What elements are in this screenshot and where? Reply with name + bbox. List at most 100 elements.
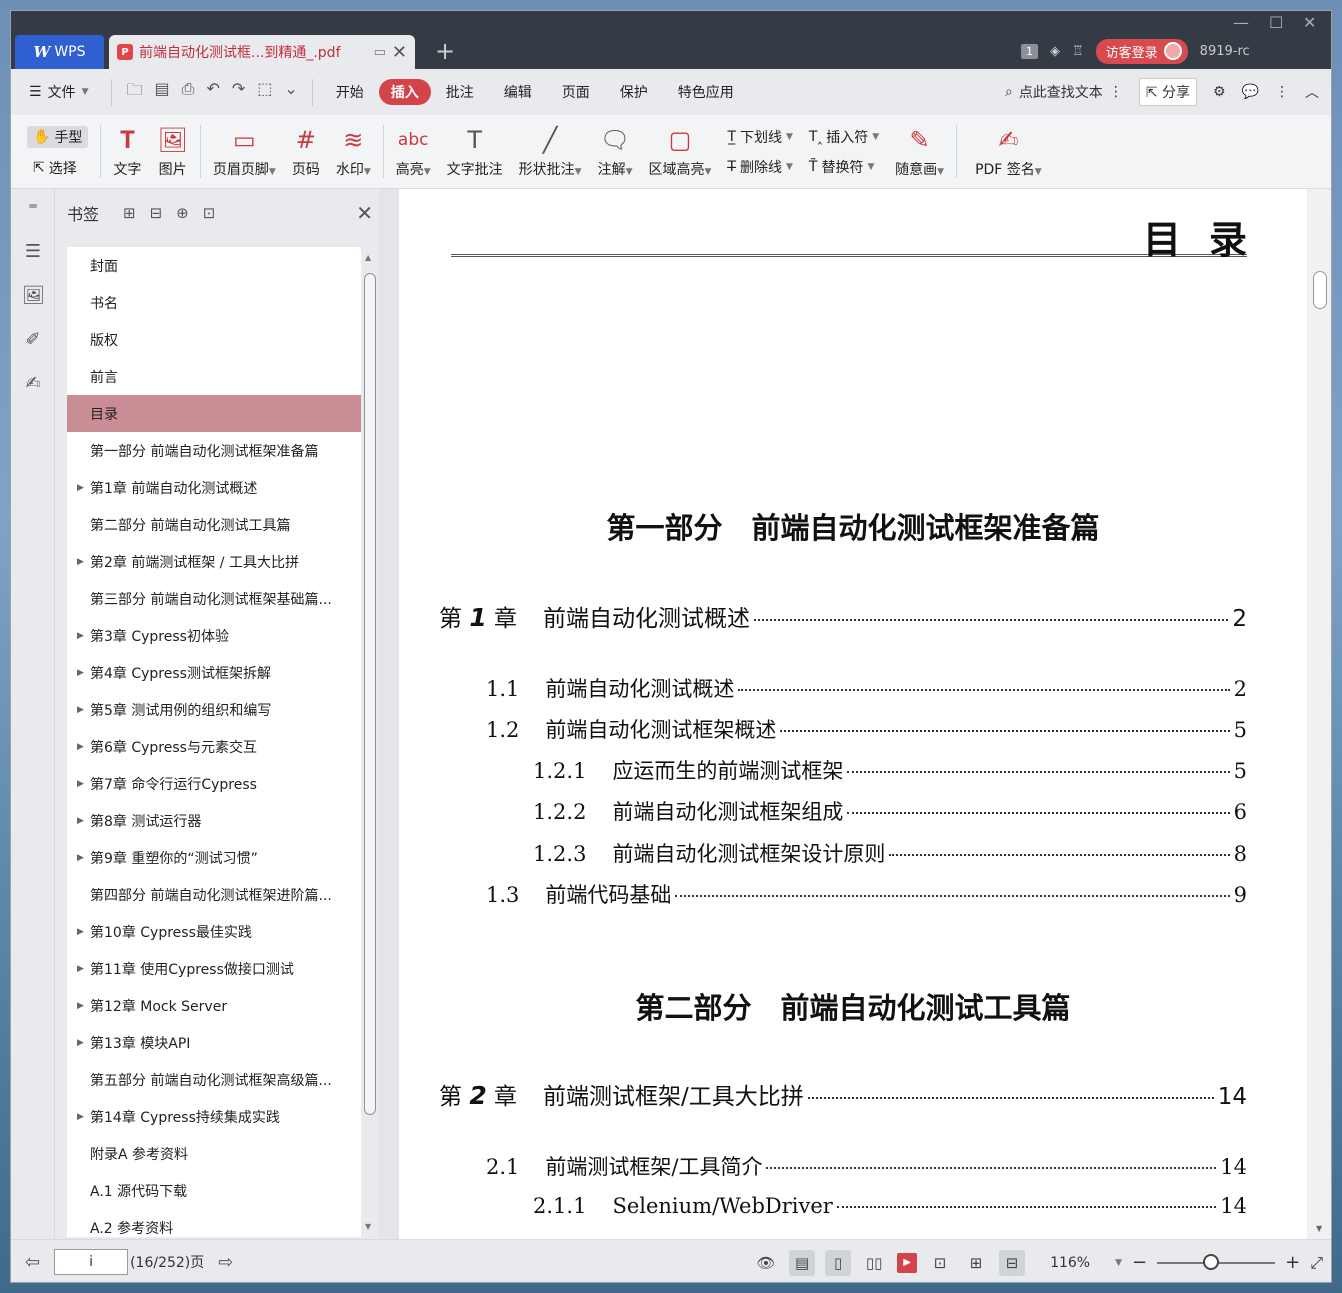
text-comment-button[interactable]: T 文字批注 xyxy=(439,115,511,188)
play-icon[interactable]: ▶ xyxy=(897,1252,918,1273)
bookmark-item[interactable]: 前言 xyxy=(67,358,361,395)
eye-protection-icon[interactable]: 👁 xyxy=(753,1250,779,1276)
expand-arrow-icon[interactable]: ▶ xyxy=(77,816,84,826)
more-chevron-icon[interactable]: ⌄ xyxy=(284,79,297,106)
close-panel-icon[interactable]: ✕ xyxy=(356,201,373,225)
bookmark-item[interactable]: 封面 xyxy=(67,247,361,284)
bookmark-item[interactable]: A.2 参考资料 xyxy=(67,1209,361,1237)
bookmark-item[interactable]: A.1 源代码下载 xyxy=(67,1172,361,1209)
menu-start[interactable]: 开始 xyxy=(321,79,379,105)
bookmark-item[interactable]: ▶ 第6章 Cypress与元素交互 xyxy=(67,728,361,765)
bookmark-item[interactable]: 书名 xyxy=(67,284,361,321)
bookmark-item[interactable]: 第三部分 前端自动化测试框架基础篇... xyxy=(67,580,361,617)
toc-section-row[interactable]: 2.1 前端测试框架/工具简介 14 xyxy=(486,1151,1247,1181)
toc-chapter-row[interactable]: 第 1 章 前端自动化测试概述 2 xyxy=(439,599,1247,633)
scroll-up-icon[interactable]: ▲ xyxy=(365,253,371,262)
replace-char-button[interactable]: T̃ 替换符 ▼ xyxy=(809,157,879,177)
select-tool-button[interactable]: ⇱ 选择 xyxy=(27,158,88,178)
fullscreen-icon[interactable]: ⤢ xyxy=(1310,1253,1323,1273)
document-scrollbar-thumb[interactable] xyxy=(1313,271,1327,309)
expand-arrow-icon[interactable]: ▶ xyxy=(77,779,84,789)
chat-icon[interactable]: 💬 xyxy=(1242,84,1259,100)
print-icon[interactable]: ⎙ xyxy=(182,79,195,106)
maximize-icon[interactable]: ☐ xyxy=(1269,13,1283,32)
bookmark-item[interactable]: ▶ 第13章 模块API xyxy=(67,1024,361,1061)
bookmark-item[interactable]: ▶ 第9章 重塑你的“测试习惯” xyxy=(67,839,361,876)
watermark-button[interactable]: ≋ 水印▼ xyxy=(328,115,379,188)
expand-arrow-icon[interactable]: ▶ xyxy=(77,853,84,863)
bookmark-item[interactable]: 第一部分 前端自动化测试框架准备篇 xyxy=(67,432,361,469)
toc-section-row[interactable]: 1.3 前端代码基础 9 xyxy=(486,879,1247,909)
expand-arrow-icon[interactable]: ▶ xyxy=(77,668,84,678)
expand-arrow-icon[interactable]: ▶ xyxy=(77,1038,84,1048)
bookmark-item[interactable]: ▶ 第1章 前端自动化测试概述 xyxy=(67,469,361,506)
export-icon[interactable]: ⬚ xyxy=(257,79,272,106)
expand-arrow-icon[interactable]: ▶ xyxy=(77,1001,84,1011)
bookmark-settings-icon[interactable]: ⊡ xyxy=(203,204,216,222)
underline-button[interactable]: T̲ 下划线 ▼ xyxy=(727,127,792,147)
expand-arrow-icon[interactable]: ▶ xyxy=(77,927,84,937)
file-menu[interactable]: ☰ 文件 ▼ xyxy=(11,79,103,105)
close-tab-icon[interactable]: ✕ xyxy=(392,42,407,63)
menu-special[interactable]: 特色应用 xyxy=(663,79,749,105)
two-page-icon[interactable]: ▯▯ xyxy=(861,1250,887,1276)
open-icon[interactable]: 🗀 xyxy=(126,79,142,106)
menu-edit[interactable]: 编辑 xyxy=(489,79,547,105)
fit-width-icon[interactable]: ⊟ xyxy=(999,1249,1026,1276)
more-vertical-icon[interactable]: ⋮ xyxy=(1275,84,1289,100)
header-footer-button[interactable]: ▭ 页眉页脚▼ xyxy=(205,115,284,188)
new-tab-icon[interactable]: + xyxy=(435,39,455,63)
menu-protect[interactable]: 保护 xyxy=(605,79,663,105)
visitor-login-button[interactable]: 访客登录 xyxy=(1095,38,1188,64)
undo-icon[interactable]: ↶ xyxy=(206,79,219,106)
bookmark-item[interactable]: ▶ 第3章 Cypress初体验 xyxy=(67,617,361,654)
toc-section-row[interactable]: 1.1 前端自动化测试概述 2 xyxy=(486,673,1247,703)
expand-arrow-icon[interactable]: ▶ xyxy=(77,705,84,715)
toc-subsection-row[interactable]: 1.2.2 前端自动化测试框架组成 6 xyxy=(533,796,1247,826)
drag-handle-icon[interactable]: ═ xyxy=(22,199,44,221)
expand-arrow-icon[interactable]: ▶ xyxy=(77,483,84,493)
thumbnail-icon[interactable]: 🖼 xyxy=(22,285,45,307)
zoom-slider[interactable] xyxy=(1157,1253,1276,1270)
collapse-ribbon-icon[interactable]: ︿ xyxy=(1305,82,1319,102)
zoom-level[interactable]: 116% xyxy=(1035,1255,1105,1271)
single-page-icon[interactable]: ▯ xyxy=(825,1249,852,1276)
bookmark-item[interactable]: 目录 xyxy=(67,395,361,432)
document-tab[interactable]: P 前端自动化测试框...到精通_.pdf ▭ ✕ xyxy=(109,35,415,69)
insert-char-button[interactable]: T‸ 插入符 ▼ xyxy=(809,127,879,147)
annotate-button[interactable]: 🗨 注解▼ xyxy=(590,115,641,188)
skin-icon[interactable]: ♖ xyxy=(1072,44,1084,59)
bookmark-item[interactable]: ▶ 第11章 使用Cypress做接口测试 xyxy=(67,950,361,987)
bookmark-item[interactable]: 版权 xyxy=(67,321,361,358)
zoom-in-icon[interactable]: + xyxy=(1285,1252,1300,1273)
shape-comment-button[interactable]: ╱ 形状批注▼ xyxy=(511,115,590,188)
signature-panel-icon[interactable]: ✍ xyxy=(22,373,44,395)
close-window-icon[interactable]: ✕ xyxy=(1303,13,1316,32)
add-bookmark-icon[interactable]: ⊕ xyxy=(176,204,189,222)
zoom-dropdown-icon[interactable]: ▼ xyxy=(1115,1258,1122,1268)
zoom-out-icon[interactable]: − xyxy=(1132,1252,1147,1273)
save-icon[interactable]: ▤ xyxy=(155,79,170,106)
expand-arrow-icon[interactable]: ▶ xyxy=(77,742,84,752)
scroll-down-icon[interactable]: ▼ xyxy=(365,1222,371,1231)
freehand-button[interactable]: ✎ 随意画▼ xyxy=(887,115,952,188)
expand-arrow-icon[interactable]: ▶ xyxy=(77,557,84,567)
expand-arrow-icon[interactable]: ▶ xyxy=(77,631,84,641)
highlight-button[interactable]: abc 高亮▼ xyxy=(388,115,439,188)
bookmark-item[interactable]: ▶ 第5章 测试用例的组织和编写 xyxy=(67,691,361,728)
gear-icon[interactable]: ⚙ xyxy=(1213,84,1226,100)
window-count-badge[interactable]: 1 xyxy=(1021,43,1038,59)
scroll-down-icon[interactable]: ▼ xyxy=(1316,1224,1322,1233)
page-number-button[interactable]: # 页码 xyxy=(284,115,328,188)
expand-arrow-icon[interactable]: ▶ xyxy=(77,1112,84,1122)
bookmark-item[interactable]: ▶ 第14章 Cypress持续集成实践 xyxy=(67,1098,361,1135)
bookmark-item[interactable]: ▶ 第10章 Cypress最佳实践 xyxy=(67,913,361,950)
toc-subsection-row[interactable]: 1.2.1 应运而生的前端测试框架 5 xyxy=(533,755,1247,785)
bookmark-scrollbar[interactable]: ▲ ▼ xyxy=(361,247,379,1237)
collapse-all-icon[interactable]: ⊟ xyxy=(150,204,163,222)
image-button[interactable]: 🖼 图片 xyxy=(149,115,195,188)
actual-size-icon[interactable]: ⊡ xyxy=(927,1250,953,1276)
document-scrollbar[interactable]: ▼ xyxy=(1307,189,1331,1239)
bookmark-item[interactable]: ▶ 第12章 Mock Server xyxy=(67,987,361,1024)
bookmark-item[interactable]: 第二部分 前端自动化测试工具篇 xyxy=(67,506,361,543)
